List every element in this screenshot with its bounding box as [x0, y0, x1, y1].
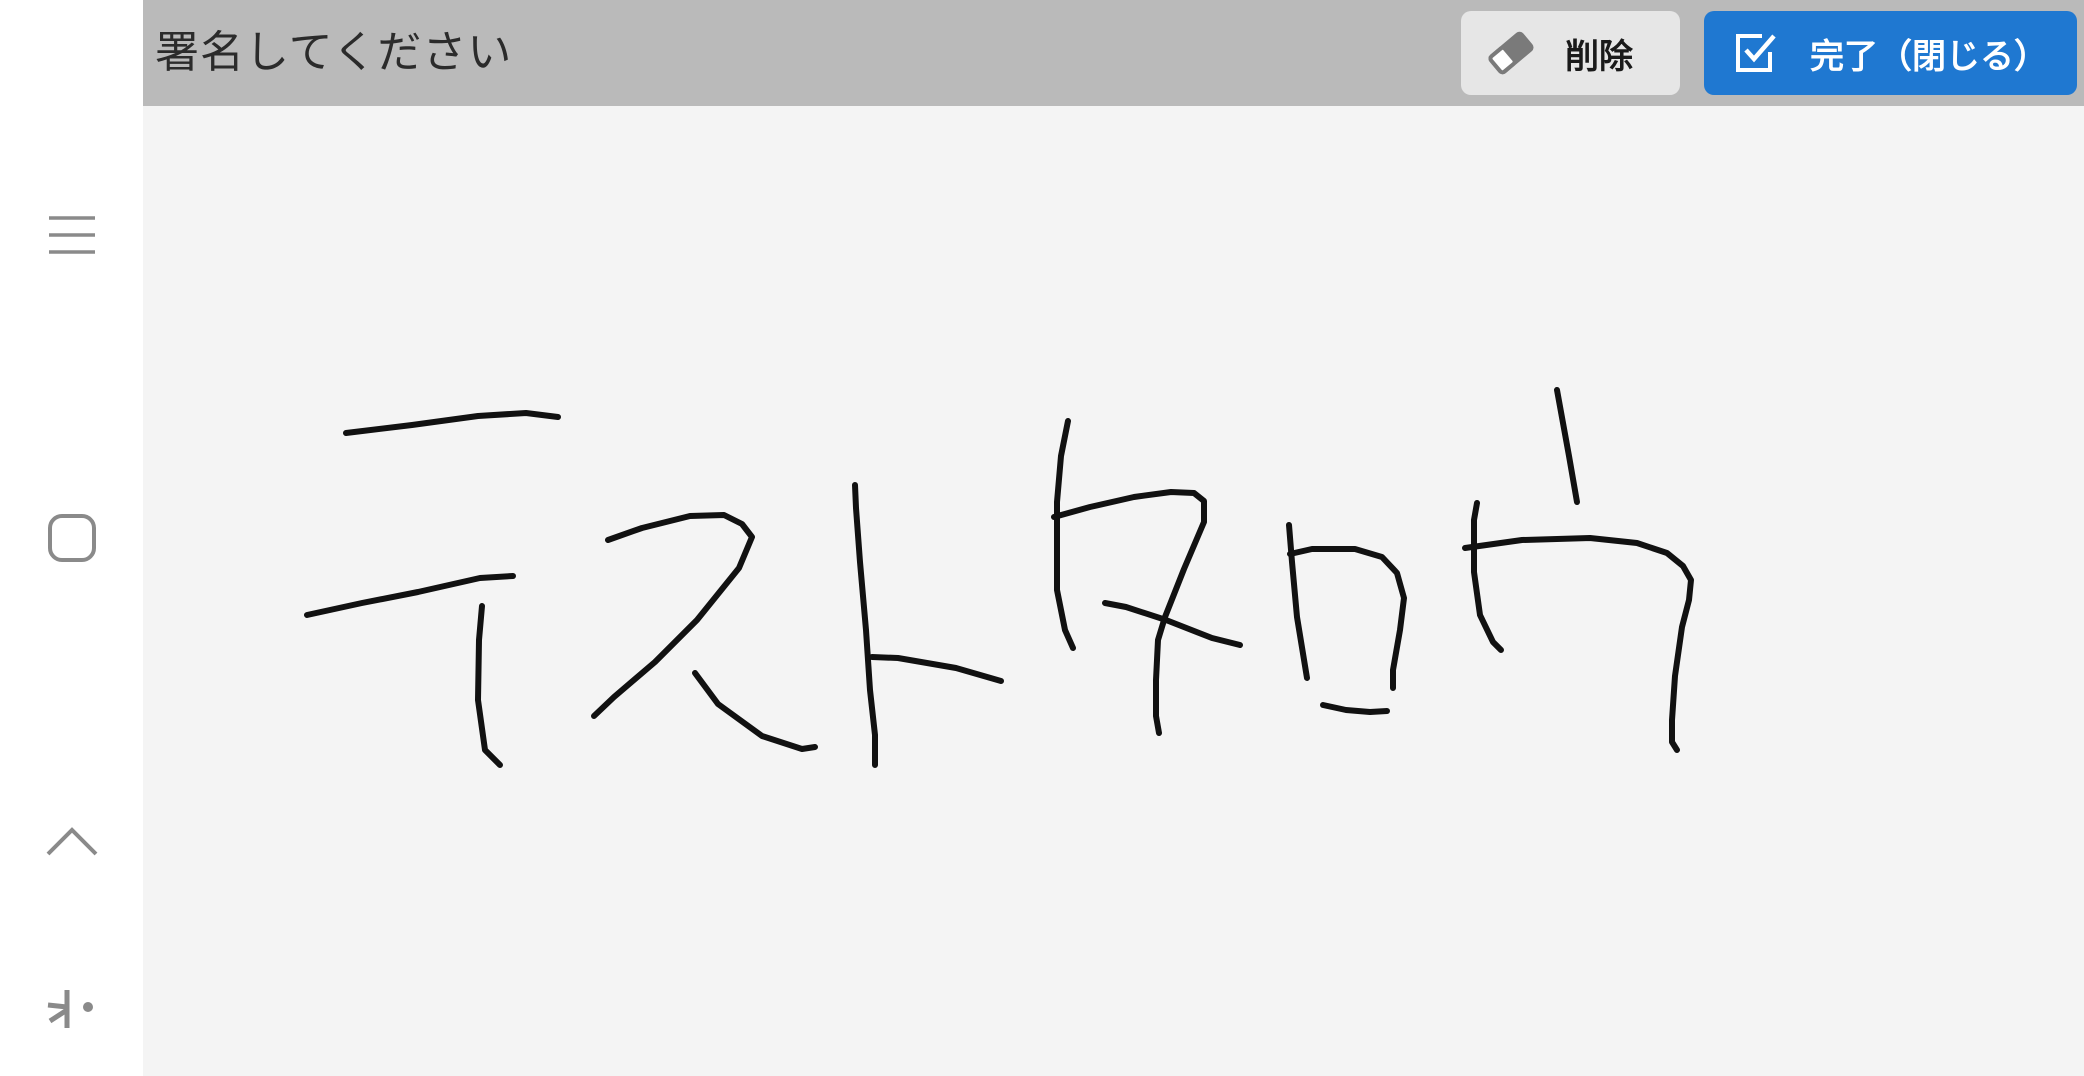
back-button[interactable]	[0, 786, 143, 896]
eraser-icon	[1488, 31, 1534, 75]
system-navigation-bar	[0, 0, 143, 1076]
accessibility-button[interactable]	[0, 955, 143, 1065]
signature-screen: 署名してください 削除 完了（閉じる）	[0, 0, 2084, 1076]
home-button[interactable]	[0, 483, 143, 593]
page-title: 署名してください	[155, 27, 513, 78]
back-icon	[46, 827, 97, 856]
signature-strokes	[304, 387, 1694, 768]
recent-apps-icon	[48, 216, 95, 254]
recent-apps-button[interactable]	[0, 180, 143, 290]
done-close-button[interactable]: 完了（閉じる）	[1704, 11, 2077, 95]
checkbox-check-icon	[1736, 34, 1776, 72]
done-button-label: 完了（閉じる）	[1810, 36, 2048, 77]
home-icon	[47, 514, 96, 562]
clear-button[interactable]: 削除	[1461, 11, 1680, 95]
signature-canvas[interactable]	[143, 106, 2084, 1076]
signature-header: 署名してください 削除 完了（閉じる）	[143, 0, 2084, 106]
clear-button-label: 削除	[1565, 36, 1633, 77]
accessibility-icon	[47, 990, 93, 1028]
